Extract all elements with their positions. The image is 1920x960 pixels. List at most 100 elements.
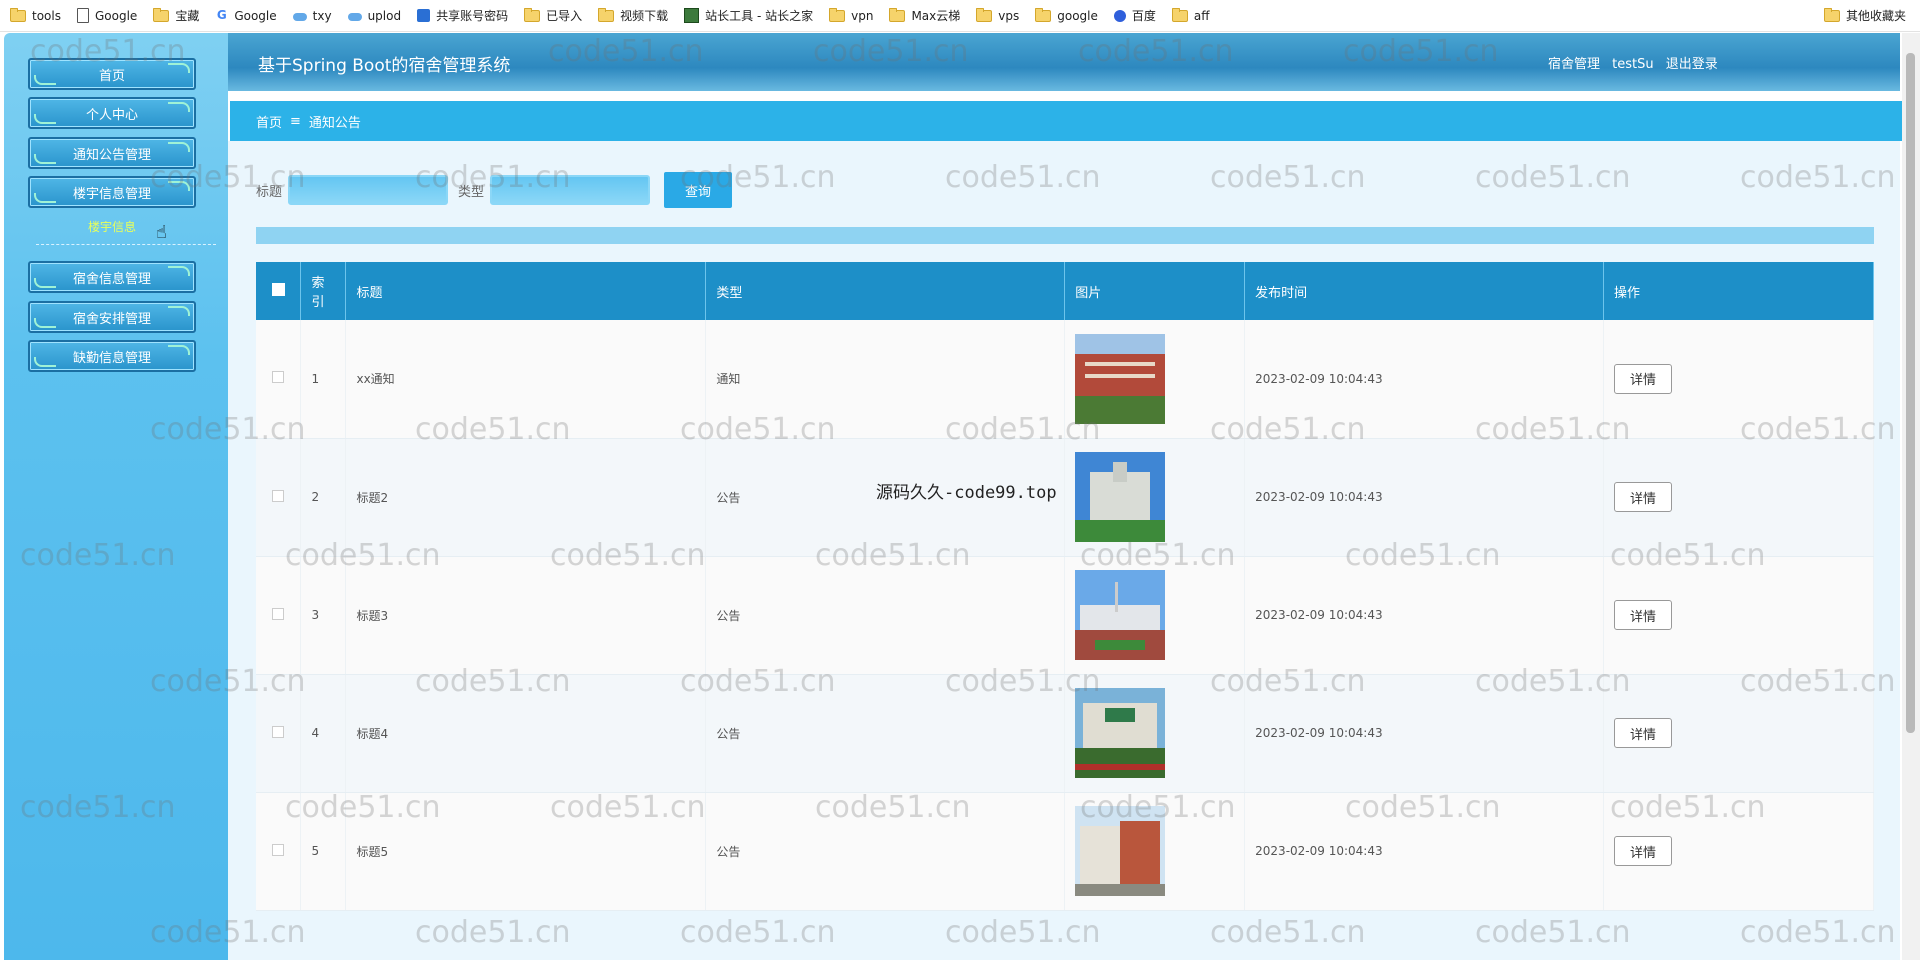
title-input[interactable] [288, 175, 449, 205]
baidu-icon [1113, 9, 1126, 22]
page-scrollbar[interactable] [1902, 33, 1920, 960]
folder-icon [153, 7, 170, 22]
row-index: 1 [300, 320, 347, 439]
center-watermark: 源码久久-code99.top [876, 483, 1057, 503]
folder-icon [1035, 7, 1052, 22]
row-action-cell: 详情 [1603, 792, 1874, 911]
select-all-checkbox[interactable] [271, 282, 285, 296]
cloud-icon [292, 13, 307, 21]
notice-image[interactable] [1075, 452, 1166, 542]
row-checkbox[interactable] [272, 607, 285, 620]
folder-icon [1171, 7, 1188, 22]
breadcrumb-home[interactable]: 首页 [256, 112, 282, 131]
bookmark-tools[interactable]: tools [0, 4, 67, 28]
table-row: 1 xx通知 通知 2023-02-09 10:04:43 详情 [256, 320, 1874, 439]
scrollbar-thumb[interactable] [1906, 53, 1915, 733]
detail-button[interactable]: 详情 [1614, 482, 1673, 512]
row-image-cell [1064, 674, 1246, 793]
detail-button[interactable]: 详情 [1614, 836, 1673, 866]
row-type: 公告 [705, 556, 1066, 675]
row-checkbox[interactable] [272, 371, 285, 384]
bookmark-google-doc[interactable]: Google [67, 4, 143, 28]
notice-image[interactable] [1075, 570, 1166, 660]
bookmark-txy[interactable]: txy [283, 4, 338, 28]
row-time: 2023-02-09 10:04:43 [1244, 556, 1605, 675]
row-checkbox[interactable] [272, 725, 285, 738]
sidebar-item-notice[interactable]: 通知公告管理 [28, 137, 196, 169]
notice-image[interactable] [1075, 333, 1166, 424]
header-publish-time: 发布时间 [1244, 262, 1605, 320]
row-title: xx通知 [345, 320, 707, 439]
type-input[interactable] [490, 175, 651, 205]
folder-icon [10, 7, 26, 22]
bookmark-vpn[interactable]: vpn [819, 4, 879, 28]
bookmark-imported[interactable]: 已导入 [514, 4, 588, 28]
cloud-icon [347, 13, 362, 21]
type-label: 类型 [458, 184, 485, 200]
top-header: 基于Spring Boot的宿舍管理系统 宿舍管理 testSu 退出登录 [228, 33, 1900, 91]
bookmark-webmaster-tools[interactable]: 站长工具 - 站长之家 [674, 4, 819, 28]
notice-image[interactable] [1075, 688, 1166, 778]
row-index: 2 [300, 438, 347, 557]
row-select-cell [256, 556, 302, 675]
notice-image[interactable] [1075, 806, 1166, 896]
bookmark-vps[interactable]: vps [966, 4, 1025, 28]
row-action-cell: 详情 [1603, 674, 1874, 793]
detail-button[interactable]: 详情 [1614, 600, 1673, 630]
row-select-cell [256, 320, 302, 439]
bookmark-baidu[interactable]: 百度 [1104, 4, 1162, 28]
row-title: 标题3 [345, 556, 707, 675]
row-index: 3 [300, 556, 347, 675]
row-type: 通知 [705, 320, 1066, 439]
bookmark-google[interactable]: G Google [205, 4, 282, 28]
row-checkbox[interactable] [272, 489, 285, 502]
title-label: 标题 [256, 184, 283, 200]
toolbar-strip [256, 227, 1874, 244]
bookmark-other[interactable]: 其他收藏夹 [1814, 4, 1912, 28]
detail-button[interactable]: 详情 [1614, 363, 1673, 394]
pointer-cursor-icon: ☝ [156, 222, 167, 243]
user-info: 宿舍管理 testSu 退出登录 [1548, 53, 1726, 72]
header-type: 类型 [705, 262, 1066, 320]
sidebar-item-absence[interactable]: 缺勤信息管理 [28, 340, 196, 372]
bookmark-aff[interactable]: aff [1162, 4, 1216, 28]
logout-link[interactable]: 退出登录 [1666, 57, 1718, 72]
sidebar-item-building[interactable]: 楼宇信息管理 [28, 176, 196, 208]
sidebar-subitem-building-info[interactable]: 楼宇信息 [28, 218, 196, 235]
sidebar-divider [36, 244, 216, 245]
folder-icon [829, 7, 846, 22]
detail-button[interactable]: 详情 [1614, 718, 1673, 748]
header-index: 索引 [300, 262, 347, 320]
row-checkbox[interactable] [272, 843, 285, 856]
bookmark-google-folder[interactable]: google [1025, 4, 1104, 28]
row-type: 公告 [705, 674, 1066, 793]
row-time: 2023-02-09 10:04:43 [1244, 320, 1605, 439]
row-time: 2023-02-09 10:04:43 [1244, 438, 1605, 557]
google-icon: G [216, 8, 227, 22]
bookmark-max[interactable]: Max云梯 [879, 4, 966, 28]
row-title: 标题2 [345, 438, 707, 557]
row-image-cell [1064, 320, 1246, 439]
sidebar-item-dorm[interactable]: 宿舍信息管理 [28, 261, 196, 293]
notice-table: 索引 标题 类型 图片 发布时间 操作 1 xx通知 通知 2023-02-09… [256, 262, 1874, 911]
row-image-cell [1064, 556, 1246, 675]
doc-icon [76, 8, 89, 23]
username: testSu [1612, 57, 1654, 72]
sidebar-item-arrangement[interactable]: 宿舍安排管理 [28, 301, 196, 333]
folder-icon [976, 7, 993, 22]
bookmark-uplod[interactable]: uplod [338, 4, 408, 28]
bookmark-video-download[interactable]: 视频下载 [588, 4, 674, 28]
breadcrumb: 首页 ≡ 通知公告 [230, 101, 1902, 141]
folder-icon [598, 7, 615, 22]
table-row: 5 标题5 公告 2023-02-09 10:04:43 详情 [256, 792, 1874, 911]
sidebar-item-home[interactable]: 首页 [28, 58, 196, 90]
bookmark-treasure[interactable]: 宝藏 [143, 4, 205, 28]
row-title: 标题5 [345, 792, 707, 911]
row-image-cell [1064, 792, 1246, 911]
bookmark-shared-accounts[interactable]: 共享账号密码 [407, 4, 514, 28]
sidebar-item-profile[interactable]: 个人中心 [28, 97, 196, 129]
search-button[interactable]: 查询 [664, 172, 733, 208]
row-index: 4 [300, 674, 347, 793]
select-all-cell [256, 262, 302, 320]
row-index: 5 [300, 792, 347, 911]
